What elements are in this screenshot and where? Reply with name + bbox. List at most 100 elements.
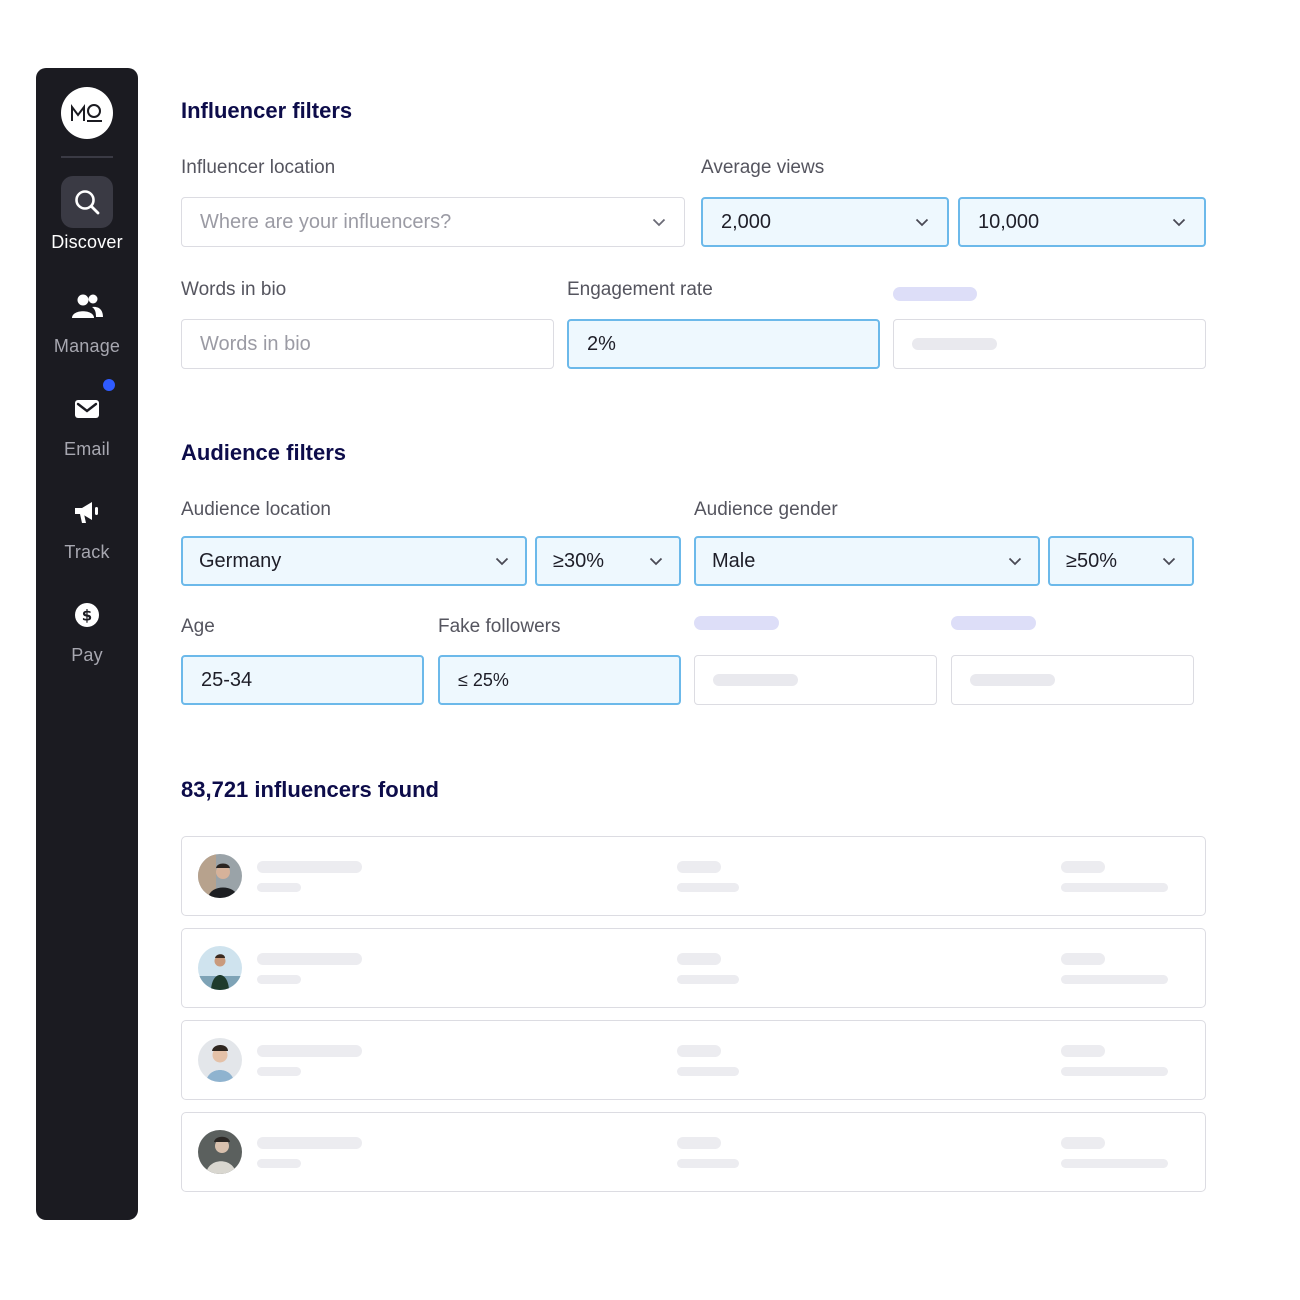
age-label: Age [181, 616, 215, 637]
skeleton-name [257, 1045, 362, 1057]
avatar [198, 1038, 242, 1082]
skeleton-metric [677, 861, 721, 873]
words-in-bio-input[interactable]: Words in bio [181, 319, 554, 369]
skeleton-name [257, 1137, 362, 1149]
dollar-icon: $ [61, 589, 113, 641]
placeholder-filter-field[interactable] [694, 655, 937, 705]
audience-location-threshold-select[interactable]: ≥30% [535, 536, 681, 586]
audience-location-select[interactable]: Germany [181, 536, 527, 586]
chevron-down-icon [1162, 554, 1176, 568]
sidebar-divider [61, 156, 113, 158]
result-row[interactable] [181, 928, 1206, 1008]
sidebar-item-email[interactable]: Email [36, 379, 138, 473]
placeholder-value-bar [912, 338, 997, 350]
placeholder-value-bar [713, 674, 798, 686]
words-in-bio-label: Words in bio [181, 279, 287, 300]
result-row[interactable] [181, 1112, 1206, 1192]
fake-followers-input[interactable]: ≤ 25% [438, 655, 681, 705]
skeleton-metric [677, 1045, 721, 1057]
audience-location-threshold-value: ≥30% [553, 549, 605, 572]
placeholder-label-bar [893, 287, 977, 301]
influencer-location-label: Influencer location [181, 157, 336, 178]
skeleton-metric-sub [677, 883, 739, 892]
skeleton-stat-sub [1061, 975, 1168, 984]
skeleton-stat-sub [1061, 883, 1168, 892]
average-views-max-value: 10,000 [978, 210, 1040, 233]
audience-gender-select[interactable]: Male [694, 536, 1040, 586]
placeholder-label-bar [951, 616, 1036, 630]
skeleton-stat [1061, 861, 1105, 873]
audience-gender-threshold-select[interactable]: ≥50% [1048, 536, 1194, 586]
influencer-location-select[interactable]: Where are your influencers? [181, 197, 685, 247]
placeholder-filter-field[interactable] [951, 655, 1194, 705]
users-icon [61, 280, 113, 332]
average-views-max-select[interactable]: 10,000 [958, 197, 1206, 247]
audience-gender-threshold-value: ≥50% [1066, 549, 1118, 572]
skeleton-handle [257, 975, 301, 984]
avatar [198, 946, 242, 990]
chevron-down-icon [915, 215, 929, 229]
sidebar-item-label: Discover [51, 232, 123, 252]
sidebar-item-label: Track [64, 542, 110, 562]
skeleton-name [257, 953, 362, 965]
placeholder-filter-field[interactable] [893, 319, 1206, 369]
fake-followers-value: ≤ 25% [458, 669, 509, 690]
placeholder-label-bar [694, 616, 779, 630]
skeleton-handle [257, 1159, 301, 1168]
skeleton-stat [1061, 1137, 1105, 1149]
search-icon [61, 176, 113, 228]
average-views-label: Average views [701, 157, 825, 178]
sidebar: Discover Manage Email Track $ Pay [36, 68, 138, 1220]
audience-gender-label: Audience gender [694, 499, 838, 520]
avatar [198, 1130, 242, 1174]
engagement-rate-value: 2% [587, 332, 616, 355]
placeholder-value-bar [970, 674, 1055, 686]
sidebar-item-label: Email [63, 439, 110, 459]
age-value: 25-34 [201, 668, 253, 691]
notification-dot [103, 379, 115, 391]
average-views-min-select[interactable]: 2,000 [701, 197, 949, 247]
chevron-down-icon [1008, 554, 1022, 568]
megaphone-icon [61, 486, 113, 538]
chevron-down-icon [1172, 215, 1186, 229]
sidebar-item-label: Manage [53, 336, 121, 356]
audience-gender-value: Male [712, 549, 756, 572]
sidebar-item-pay[interactable]: $ Pay [36, 589, 138, 679]
skeleton-metric-sub [677, 975, 739, 984]
average-views-min-value: 2,000 [721, 210, 772, 233]
audience-filters-title: Audience filters [181, 440, 347, 465]
fake-followers-label: Fake followers [438, 616, 561, 637]
chevron-down-icon [649, 554, 663, 568]
skeleton-metric-sub [677, 1159, 739, 1168]
skeleton-name [257, 861, 362, 873]
skeleton-handle [257, 883, 301, 892]
audience-location-label: Audience location [181, 499, 331, 520]
svg-text:$: $ [82, 607, 92, 625]
audience-location-value: Germany [199, 549, 282, 572]
skeleton-stat-sub [1061, 1159, 1168, 1168]
skeleton-handle [257, 1067, 301, 1076]
engagement-rate-label: Engagement rate [567, 279, 713, 300]
skeleton-stat [1061, 953, 1105, 965]
avatar [198, 854, 242, 898]
influencer-location-placeholder: Where are your influencers? [200, 210, 452, 233]
chevron-down-icon [495, 554, 509, 568]
influencer-filters-title: Influencer filters [181, 98, 353, 123]
result-row[interactable] [181, 1020, 1206, 1100]
results-count-title: 83,721 influencers found [181, 777, 439, 802]
skeleton-stat-sub [1061, 1067, 1168, 1076]
sidebar-item-manage[interactable]: Manage [36, 280, 138, 370]
logo[interactable] [61, 87, 113, 139]
skeleton-stat [1061, 1045, 1105, 1057]
sidebar-item-discover[interactable]: Discover [36, 176, 138, 266]
sidebar-item-track[interactable]: Track [36, 486, 138, 576]
chevron-down-icon [652, 215, 666, 229]
age-input[interactable]: 25-34 [181, 655, 424, 705]
engagement-rate-input[interactable]: 2% [567, 319, 880, 369]
envelope-icon [61, 383, 113, 435]
skeleton-metric-sub [677, 1067, 739, 1076]
result-row[interactable] [181, 836, 1206, 916]
words-in-bio-placeholder: Words in bio [200, 332, 311, 355]
logo-mark-icon [71, 104, 102, 122]
skeleton-metric [677, 1137, 721, 1149]
